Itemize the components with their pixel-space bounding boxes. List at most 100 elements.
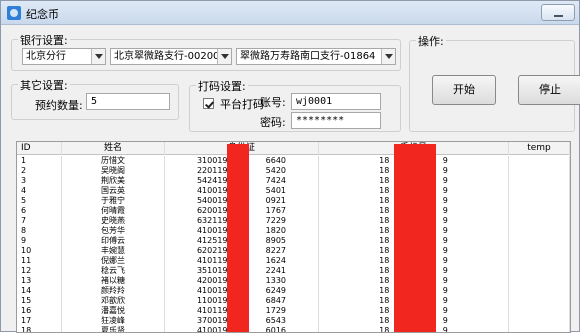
reservation-quantity-input[interactable]: 5	[86, 93, 170, 110]
contacts-table: ID 姓名 身份证 手机号 temp 1历惜文310019519 664018 …	[16, 141, 571, 333]
chevron-down-icon	[91, 49, 105, 64]
cell-name: 包芳华	[62, 226, 165, 236]
title-bar: 纪念币	[1, 1, 579, 25]
account-label: 账号:	[260, 96, 286, 109]
cell-name: 印傅云	[62, 236, 165, 246]
cell-id: 7	[17, 216, 62, 226]
cell-temp	[509, 216, 570, 226]
operations-group: 操作: 开始 停止	[409, 33, 580, 132]
cell-temp	[509, 186, 570, 196]
table-row[interactable]: 2 吴晓阁 220119711 5420 18 9	[17, 166, 570, 176]
table-row[interactable]: 1 历惜文 310019519 6640 18 9	[17, 156, 570, 166]
captcha-settings-legend: 打码设置:	[196, 78, 248, 94]
cell-id: 5	[17, 196, 62, 206]
table-row[interactable]: 8 包芳华 410019701 1820 18 9	[17, 226, 570, 236]
cell-id: 16	[17, 306, 62, 316]
cell-name: 历惜文	[62, 156, 165, 166]
other-settings-legend: 其它设置:	[18, 77, 70, 93]
cell-id: 3	[17, 176, 62, 186]
captcha-settings-group: 打码设置: 平台打码 账号: wj0001 密码: ********	[189, 78, 401, 132]
cell-id: 15	[17, 296, 62, 306]
table-row[interactable]: 3 荆欣美 542419781 7424 18 9	[17, 176, 570, 186]
cell-name: 吴晓阁	[62, 166, 165, 176]
table-row[interactable]: 17 狂凌峰 370019831 6543 18 9	[17, 316, 570, 326]
table-row[interactable]: 15 邓歆欣 110019791 6847 18 9	[17, 296, 570, 306]
cell-name: 丰婉慧	[62, 246, 165, 256]
cell-id: 11	[17, 256, 62, 266]
start-button[interactable]: 开始	[432, 75, 496, 105]
cell-temp	[509, 236, 570, 246]
table-row[interactable]: 14 颜羚羚 410019841 6249 18 9	[17, 286, 570, 296]
header-name[interactable]: 姓名	[62, 142, 165, 155]
stop-button[interactable]: 停止	[518, 75, 580, 105]
outlet-select[interactable]: 翠微路万寿路南口支行-01864	[236, 48, 396, 65]
cell-name: 狂凌峰	[62, 316, 165, 326]
cell-name: 国云英	[62, 186, 165, 196]
commemorative-coin-window: 纪念币 银行设置: 北京分行 北京翠微路支行-00200 翠微路万寿路南口支行-…	[0, 0, 580, 333]
platform-captcha-checkbox[interactable]	[203, 98, 214, 109]
cell-temp	[509, 316, 570, 326]
cell-name: 何晴霞	[62, 206, 165, 216]
cell-temp	[509, 256, 570, 266]
cell-id: 10	[17, 246, 62, 256]
cell-id: 8	[17, 226, 62, 236]
minimize-button[interactable]	[541, 4, 575, 21]
cell-temp	[509, 286, 570, 296]
cell-name: 荆欣美	[62, 176, 165, 186]
cell-name: 潘嘉悦	[62, 306, 165, 316]
cell-id: 17	[17, 316, 62, 326]
bank-settings-legend: 银行设置:	[18, 32, 70, 48]
header-id[interactable]: ID	[17, 142, 62, 155]
reservation-quantity-label: 预约数量:	[35, 99, 83, 112]
header-temp[interactable]: temp	[509, 142, 570, 155]
cell-temp	[509, 226, 570, 236]
platform-captcha-label: 平台打码	[220, 98, 264, 111]
cell-temp	[509, 196, 570, 206]
cell-name: 邓歆欣	[62, 296, 165, 306]
table-row[interactable]: 5 于雅宁 540019911 0921 18 9	[17, 196, 570, 206]
table-row[interactable]: 11 倪娜兰 410119721 1624 18 9	[17, 256, 570, 266]
cell-name: 倪娜兰	[62, 256, 165, 266]
table-row[interactable]: 6 何晴霞 620019181 1767 18 9	[17, 206, 570, 216]
cell-temp	[509, 246, 570, 256]
cell-temp	[509, 176, 570, 186]
password-label: 密码:	[260, 116, 286, 129]
cell-id: 14	[17, 286, 62, 296]
cell-temp	[509, 156, 570, 166]
table-row[interactable]: 4 国云英 410019551 5401 18 9	[17, 186, 570, 196]
cell-temp	[509, 266, 570, 276]
table-row[interactable]: 13 褚以糖 420019811 1330 18 9	[17, 276, 570, 286]
table-row[interactable]: 9 印傅云 412519691 8905 18 9	[17, 236, 570, 246]
app-icon	[7, 6, 21, 20]
cell-name: 史晓燕	[62, 216, 165, 226]
password-input[interactable]: ********	[291, 112, 381, 129]
cell-temp	[509, 296, 570, 306]
cell-id: 13	[17, 276, 62, 286]
table-row[interactable]: 16 潘嘉悦 410119831 1729 18 9	[17, 306, 570, 316]
cell-name: 于雅宁	[62, 196, 165, 206]
cell-id: 1	[17, 156, 62, 166]
subbranch-select[interactable]: 北京翠微路支行-00200	[110, 48, 232, 65]
cell-temp	[509, 276, 570, 286]
other-settings-group: 其它设置: 预约数量: 5	[11, 77, 179, 120]
id-card-redaction	[227, 144, 249, 332]
chevron-down-icon	[381, 49, 395, 64]
operations-legend: 操作:	[416, 33, 446, 49]
cell-name: 颜羚羚	[62, 286, 165, 296]
cell-id: 2	[17, 166, 62, 176]
table-row[interactable]: 7 史晓燕 632119661 7229 18 9	[17, 216, 570, 226]
cell-name: 褚以糖	[62, 276, 165, 286]
table-header: ID 姓名 身份证 手机号 temp	[17, 142, 570, 155]
minimize-icon	[554, 15, 563, 17]
window-title: 纪念币	[26, 8, 59, 21]
table-row[interactable]: 10 丰婉慧 620219821 8227 18 9	[17, 246, 570, 256]
cell-temp	[509, 206, 570, 216]
branch-select[interactable]: 北京分行	[22, 48, 106, 65]
account-input[interactable]: wj0001	[291, 93, 381, 110]
chevron-down-icon	[217, 49, 231, 64]
phone-redaction	[394, 144, 436, 332]
table-row[interactable]: 12 稔云飞 351019781 2241 18 9	[17, 266, 570, 276]
bank-settings-group: 银行设置: 北京分行 北京翠微路支行-00200 翠微路万寿路南口支行-0186…	[11, 32, 401, 71]
cell-temp	[509, 306, 570, 316]
cell-id: 12	[17, 266, 62, 276]
